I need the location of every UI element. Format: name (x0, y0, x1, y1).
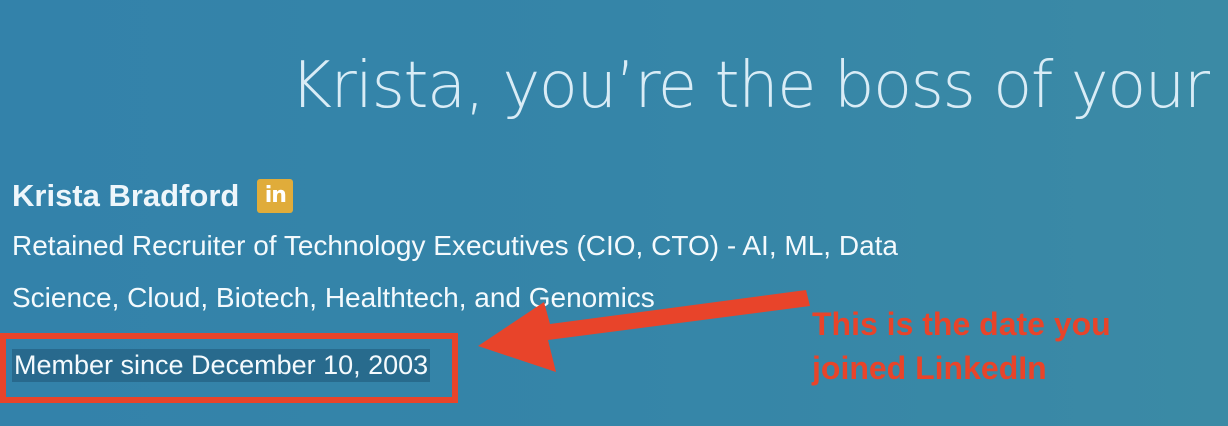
page-headline: Krista, you’re the boss of your a (290, 49, 1228, 123)
annotation-text: This is the date you joined LinkedIn (812, 302, 1111, 390)
annotation-line-1: This is the date you (812, 306, 1111, 342)
member-since: Member since December 10, 2003 (12, 349, 431, 382)
profile-name-row: Krista Bradford in (12, 174, 294, 218)
linkedin-icon[interactable]: in (257, 179, 294, 213)
annotation-line-2: joined LinkedIn (812, 350, 1047, 386)
tagline-line-2: Science, Cloud, Biotech, Healthtech, and… (12, 282, 655, 313)
profile-name[interactable]: Krista Bradford (12, 178, 239, 214)
tagline-line-1: Retained Recruiter of Technology Executi… (12, 230, 898, 261)
